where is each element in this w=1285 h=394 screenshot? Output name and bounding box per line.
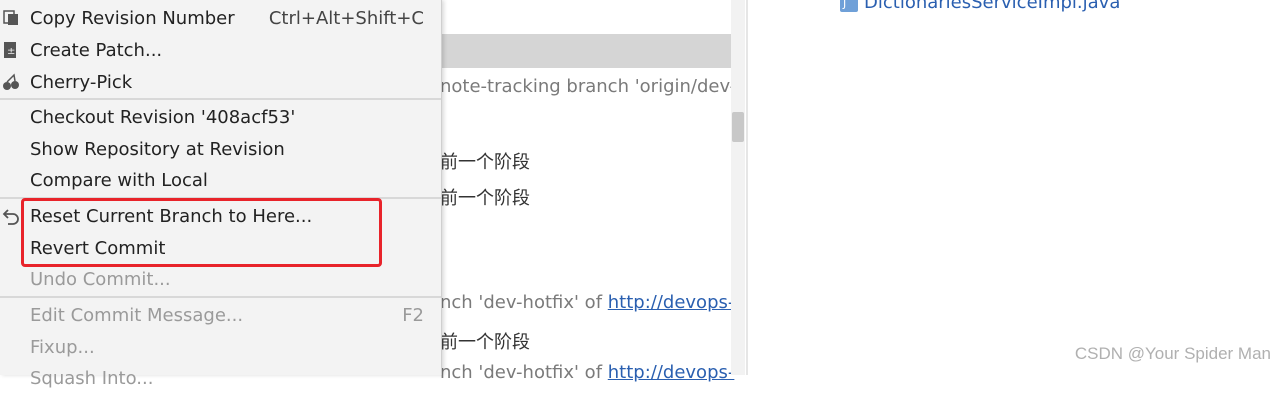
menu-item-fixup[interactable]: Fixup... [0, 331, 441, 363]
menu-separator [0, 98, 441, 100]
menu-item-compare-with-local[interactable]: Compare with Local [0, 164, 441, 196]
menu-item-copy-revision-number[interactable]: Copy Revision Number Ctrl+Alt+Shift+C [0, 2, 441, 34]
java-file-icon [840, 0, 858, 12]
svg-text:±: ± [7, 46, 15, 57]
menu-item-label: Edit Commit Message... [30, 304, 244, 326]
log-line-stage[interactable]: 前一个阶段 [440, 148, 530, 174]
menu-item-checkout-revision[interactable]: Checkout Revision '408acf53' [0, 101, 441, 133]
watermark: CSDN @Your Spider Man [1074, 344, 1271, 363]
menu-item-undo-commit[interactable]: Undo Commit... [0, 263, 441, 295]
menu-item-label: Show Repository at Revision [30, 138, 285, 160]
panel-divider[interactable] [746, 0, 748, 375]
menu-item-label: Checkout Revision '408acf53' [30, 106, 296, 128]
menu-item-label: Undo Commit... [30, 268, 171, 290]
changed-file-item[interactable]: DictionariesServiceImpl.java [840, 0, 1120, 13]
log-line-stage[interactable]: 前一个阶段 [440, 184, 530, 210]
changed-file-name: DictionariesServiceImpl.java [864, 0, 1121, 13]
undo-icon [2, 207, 20, 225]
patch-icon: ± [2, 41, 20, 59]
menu-item-label: Create Patch... [30, 39, 163, 61]
log-line-link[interactable]: http://devops- [608, 362, 735, 383]
log-line-merge[interactable]: nch 'dev-hotfix' of http://devops- [440, 292, 734, 313]
log-line-text: nch 'dev-hotfix' of [440, 362, 608, 383]
menu-item-label: Compare with Local [30, 169, 208, 191]
menu-item-cherry-pick[interactable]: Cherry-Pick [0, 66, 441, 98]
cherry-icon [2, 73, 20, 91]
menu-item-label: Squash Into... [30, 367, 154, 389]
menu-item-label: Cherry-Pick [30, 71, 133, 93]
highlight-annotation-box [21, 198, 382, 267]
log-line-stage[interactable]: 前一个阶段 [440, 328, 530, 354]
menu-item-show-repository-at-revision[interactable]: Show Repository at Revision [0, 133, 441, 165]
context-menu: Copy Revision Number Ctrl+Alt+Shift+C ± … [0, 0, 442, 389]
menu-item-shortcut: Ctrl+Alt+Shift+C [268, 7, 424, 29]
log-line-merge[interactable]: nch 'dev-hotfix' of http://devops- [440, 362, 734, 383]
log-line-text: 前一个阶段 [440, 332, 530, 353]
menu-item-label: Fixup... [30, 336, 95, 358]
log-line-text: nch 'dev-hotfix' of [440, 292, 608, 313]
log-scrollbar-thumb[interactable] [732, 112, 744, 142]
log-line-text: 前一个阶段 [440, 152, 530, 173]
copy-icon [2, 9, 20, 27]
menu-item-create-patch[interactable]: ± Create Patch... [0, 34, 441, 66]
log-scrollbar[interactable] [731, 0, 745, 375]
log-line-text: 前一个阶段 [440, 188, 530, 209]
menu-item-shortcut: F2 [402, 304, 424, 326]
menu-item-edit-commit-message[interactable]: Edit Commit Message... F2 [0, 299, 441, 331]
log-line-link[interactable]: http://devops- [608, 292, 735, 313]
menu-item-label: Copy Revision Number [30, 7, 235, 29]
menu-item-squash-into[interactable]: Squash Into... [0, 362, 441, 394]
log-line-remote-tracking[interactable]: note-tracking branch 'origin/dev-l [440, 76, 741, 97]
log-line-text: note-tracking branch 'origin/dev-l [440, 76, 742, 97]
menu-separator [0, 296, 441, 298]
